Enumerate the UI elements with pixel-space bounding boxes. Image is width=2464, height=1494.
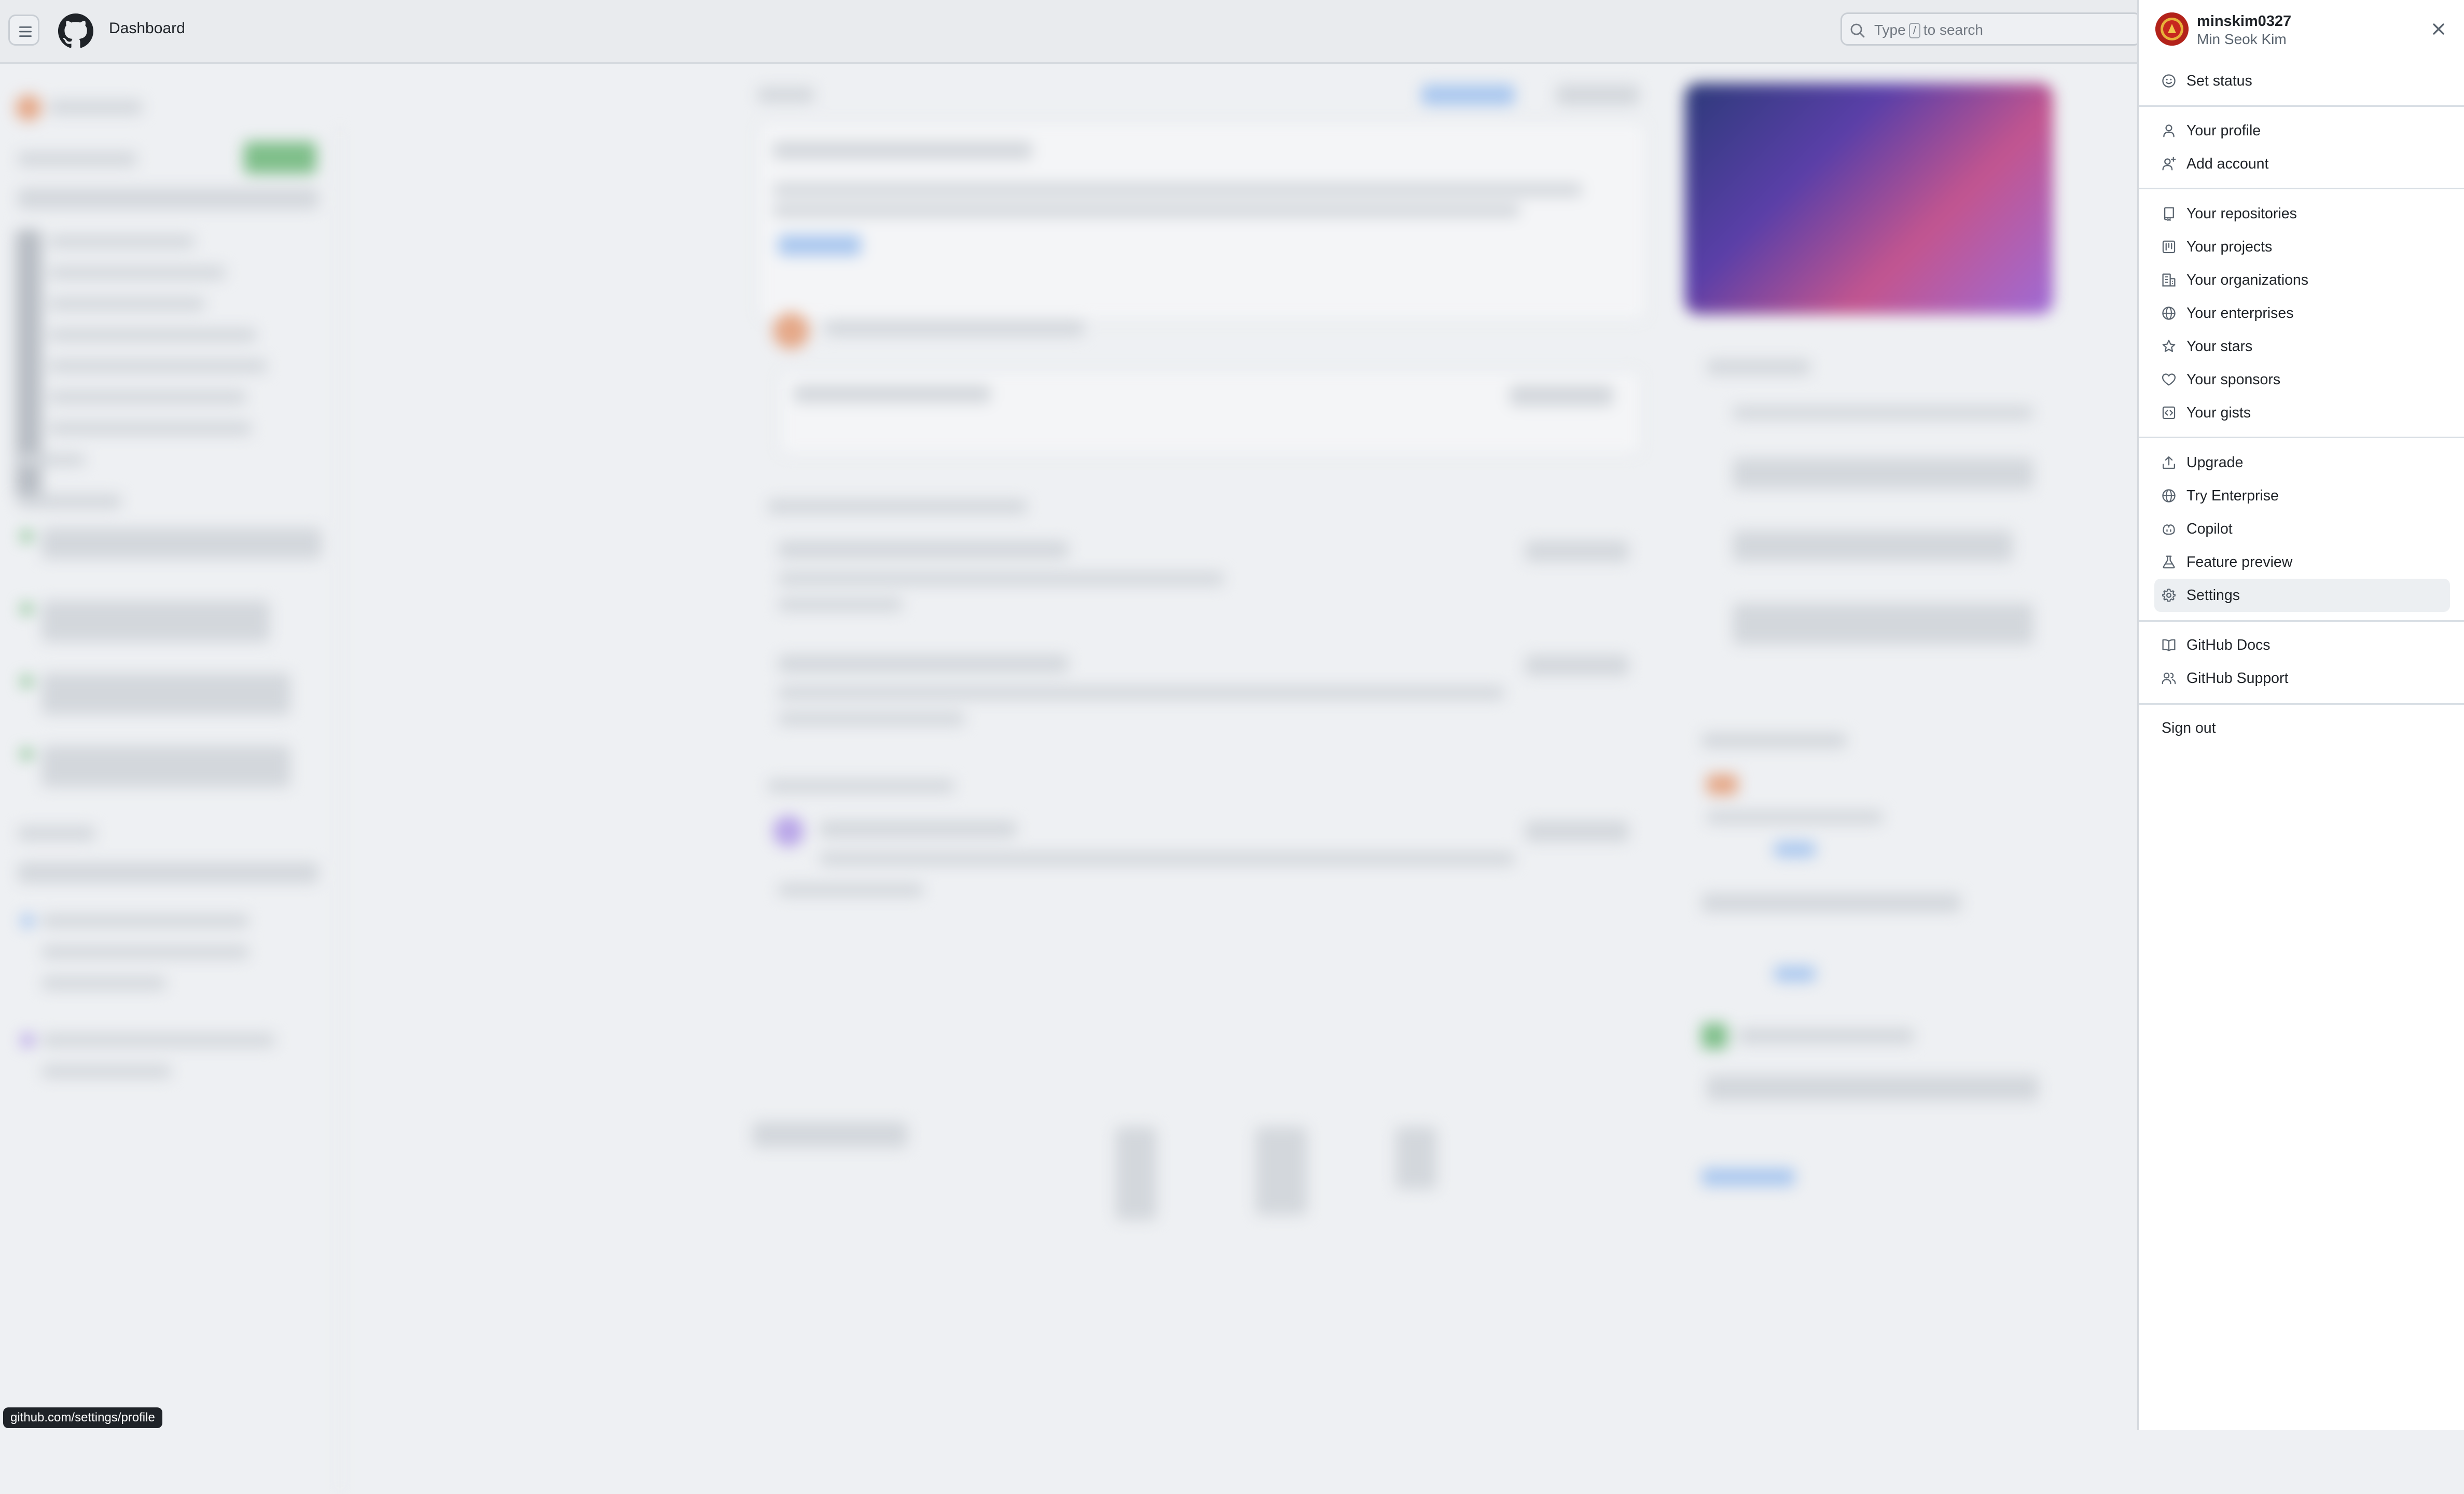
- status-bar-url: github.com/settings/profile: [3, 1407, 162, 1428]
- menu-item-your-organizations[interactable]: Your organizations: [2154, 263, 2450, 297]
- search-shortcut-key: /: [1908, 23, 1920, 38]
- copilot-icon: [2163, 524, 2175, 535]
- dashboard-background: [0, 64, 2137, 1494]
- menu-item-github-support[interactable]: GitHub Support: [2154, 662, 2450, 695]
- global-header: Dashboard Type / to search: [0, 0, 2464, 64]
- book-icon: [2162, 639, 2176, 651]
- account-username: minskim0327: [2197, 13, 2292, 30]
- menu-item-your-gists[interactable]: Your gists: [2154, 396, 2450, 429]
- beaker-icon: [2163, 555, 2175, 569]
- globe-icon: [2162, 489, 2176, 502]
- menu-item-label: Copilot: [2186, 521, 2233, 537]
- page-title[interactable]: Dashboard: [109, 20, 185, 37]
- menu-item-your-sponsors[interactable]: Your sponsors: [2154, 363, 2450, 396]
- menu-item-label: GitHub Support: [2186, 670, 2289, 687]
- menu-item-your-profile[interactable]: Your profile: [2154, 114, 2450, 147]
- close-icon[interactable]: [2429, 20, 2448, 38]
- menu-item-label: Your stars: [2186, 338, 2253, 355]
- promo-banner: [1685, 83, 2053, 314]
- menu-item-label: Set status: [2186, 73, 2252, 89]
- menu-item-label: Your gists: [2186, 404, 2251, 421]
- hamburger-icon: [19, 26, 32, 37]
- star-icon: [2162, 340, 2176, 352]
- search-icon: [1850, 23, 1865, 38]
- menu-item-feature-preview[interactable]: Feature preview: [2154, 546, 2450, 579]
- upload-icon: [2163, 456, 2175, 469]
- menu-item-label: Your projects: [2186, 239, 2273, 255]
- globe-icon: [2162, 306, 2176, 320]
- menu-item-label: Try Enterprise: [2186, 487, 2279, 504]
- account-full-name: Min Seok Kim: [2197, 31, 2287, 47]
- menu-item-sign-out[interactable]: Sign out: [2154, 711, 2450, 745]
- menu-item-copilot[interactable]: Copilot: [2154, 512, 2450, 546]
- club-crest-avatar-icon: [2155, 12, 2189, 46]
- people-icon: [2162, 673, 2176, 685]
- menu-item-github-docs[interactable]: GitHub Docs: [2154, 629, 2450, 662]
- menu-divider: [2139, 188, 2464, 189]
- gear-icon: [2162, 589, 2176, 602]
- search-placeholder: Type / to search: [1874, 22, 1983, 38]
- menu-item-label: Your profile: [2186, 122, 2261, 139]
- open-global-navigation-button[interactable]: [8, 15, 39, 46]
- avatar: [2155, 12, 2189, 46]
- menu-item-upgrade[interactable]: Upgrade: [2154, 446, 2450, 479]
- menu-item-label: Your sponsors: [2186, 371, 2281, 388]
- sidebar-divider: [339, 128, 341, 1494]
- menu-item-your-projects[interactable]: Your projects: [2154, 230, 2450, 263]
- menu-item-label: Your repositories: [2186, 205, 2297, 222]
- menu-item-label: Sign out: [2162, 720, 2216, 736]
- menu-divider: [2139, 620, 2464, 622]
- menu-item-label: Settings: [2186, 587, 2240, 604]
- organization-icon: [2162, 273, 2176, 287]
- person-icon: [2163, 124, 2175, 137]
- menu-divider: [2139, 437, 2464, 438]
- menu-item-label: Add account: [2186, 156, 2269, 172]
- menu-item-add-account[interactable]: Add account: [2154, 147, 2450, 180]
- menu-item-label: GitHub Docs: [2186, 637, 2271, 653]
- repo-icon: [2164, 207, 2174, 221]
- menu-item-label: Feature preview: [2186, 554, 2293, 570]
- menu-item-label: Upgrade: [2186, 454, 2244, 471]
- menu-divider: [2139, 105, 2464, 107]
- smiley-icon: [2162, 74, 2176, 88]
- menu-item-your-enterprises[interactable]: Your enterprises: [2154, 297, 2450, 330]
- code-square-icon: [2162, 406, 2176, 420]
- heart-icon: [2162, 373, 2176, 386]
- menu-divider: [2139, 703, 2464, 705]
- account-menu-drawer: minskim0327 Min Seok Kim Set status Your…: [2137, 0, 2464, 1430]
- menu-item-your-stars[interactable]: Your stars: [2154, 330, 2450, 363]
- menu-item-label: Your enterprises: [2186, 305, 2294, 322]
- menu-item-set-status[interactable]: Set status: [2154, 64, 2450, 97]
- menu-item-label: Your organizations: [2186, 272, 2309, 288]
- person-add-icon: [2162, 157, 2176, 171]
- menu-item-your-repositories[interactable]: Your repositories: [2154, 197, 2450, 230]
- search-input[interactable]: Type / to search: [1840, 12, 2141, 46]
- project-icon: [2162, 240, 2176, 254]
- menu-item-try-enterprise[interactable]: Try Enterprise: [2154, 479, 2450, 512]
- menu-item-settings[interactable]: Settings: [2154, 579, 2450, 612]
- github-logo-icon[interactable]: [58, 13, 93, 49]
